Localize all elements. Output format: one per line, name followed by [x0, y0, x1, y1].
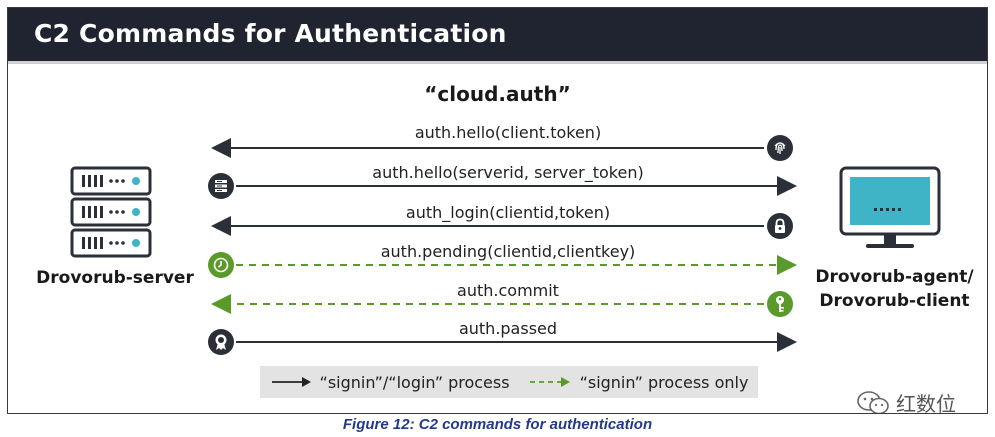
message-label-2: auth.hello(serverid, server_token)	[372, 163, 644, 182]
client-label: Drovorub-agent/ Drovorub-client	[802, 265, 987, 313]
lock-icon	[767, 213, 793, 239]
clock-icon	[208, 252, 234, 278]
client-label-line2: Drovorub-client	[819, 291, 970, 311]
message-label-1: auth.hello(client.token)	[414, 123, 602, 142]
message-label-3: auth_login(clientid,token)	[405, 203, 611, 222]
client-label-line1: Drovorub-agent/	[815, 267, 974, 287]
legend-dashed-label: “signin” process only	[579, 372, 749, 392]
message-label-4: auth.pending(clientid,clientkey)	[380, 242, 636, 261]
fingerprint-icon	[767, 135, 793, 161]
legend-solid-label: “signin”/“login” process	[319, 372, 510, 392]
legend-dashed-arrow	[529, 377, 570, 387]
message-label-6: auth.passed	[458, 319, 558, 338]
message-label-5: auth.commit	[457, 281, 559, 300]
key-icon	[767, 291, 793, 317]
watermark-text: 红数位	[896, 392, 956, 414]
chat-bubble-icon	[857, 390, 889, 413]
legend-solid-arrow	[271, 377, 311, 387]
server-list-icon	[208, 173, 234, 199]
figure-caption: Figure 12: C2 commands for authenticatio…	[342, 416, 653, 433]
server-label: Drovorub-server	[36, 268, 194, 288]
watermark: 红数位	[856, 388, 956, 414]
server-stack-icon	[70, 166, 152, 258]
diagram-frame: C2 Commands for Authentication “cloud.au…	[7, 7, 988, 414]
monitor-icon	[839, 166, 941, 248]
award-icon	[208, 329, 234, 355]
legend: “signin”/“login” process “signin” proces…	[260, 366, 758, 398]
